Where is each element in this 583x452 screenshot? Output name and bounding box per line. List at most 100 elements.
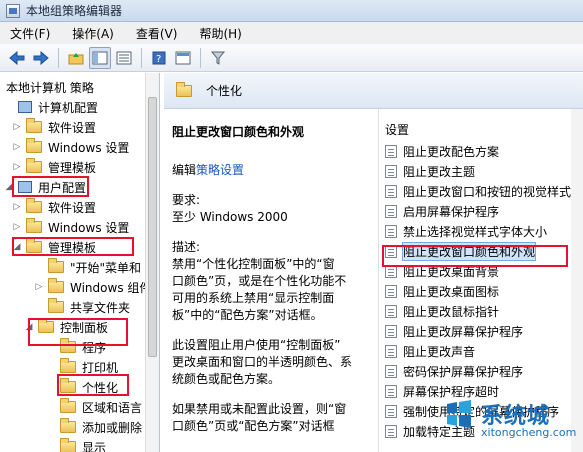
expand-arrow-icon[interactable]: ▷ [12, 142, 22, 152]
toolbar-separator [58, 47, 59, 68]
settings-column-header[interactable]: 设置 [385, 121, 409, 138]
tree-item-label: 管理模板 [48, 160, 97, 175]
expand-arrow-icon[interactable]: ▷ [12, 162, 22, 172]
show-hide-tree-icon[interactable] [89, 46, 111, 69]
tree-item[interactable]: ▷ 软件设置 [12, 197, 96, 217]
help-icon[interactable]: ? [148, 47, 170, 69]
setting-item[interactable]: 阻止更改屏幕保护程序 [385, 321, 523, 341]
tree-item[interactable]: 计算机配置 [4, 97, 98, 117]
tree-item[interactable]: 共享文件夹 [34, 297, 130, 317]
setting-item[interactable]: 阻止更改窗口颜色和外观 [385, 241, 537, 261]
forward-icon[interactable] [30, 47, 52, 69]
setting-item-label: 阻止更改桌面图标 [403, 284, 500, 299]
computer-icon [18, 181, 32, 193]
tree-item[interactable]: ◢ 控制面板 [24, 317, 108, 337]
properties-icon[interactable] [172, 47, 194, 69]
description-line: 口颜色”页，或是在个性化功能不 [172, 274, 347, 288]
setting-item[interactable]: 阻止更改声音 [385, 341, 475, 361]
folder-icon [176, 81, 192, 97]
description-line: 更改桌面和窗口的半透明颜色、系 [172, 355, 353, 369]
tree-item[interactable]: "开始"菜单和 [34, 257, 141, 277]
tree-item[interactable]: ◢ 用户配置 [4, 177, 86, 197]
tree-item-label: 打印机 [82, 360, 119, 375]
tree-item-label: 计算机配置 [38, 100, 99, 115]
menu-help[interactable]: 帮助(H) [199, 25, 241, 42]
menu-file[interactable]: 文件(F) [10, 25, 50, 42]
tree-scrollbar[interactable] [145, 73, 159, 452]
tree-item[interactable]: 添加或删除 [46, 417, 142, 437]
policy-setting-icon [385, 364, 397, 378]
expand-arrow-icon[interactable]: ▷ [12, 222, 22, 232]
setting-item[interactable]: 启用屏幕保护程序 [385, 201, 499, 221]
setting-item-label: 阻止更改声音 [403, 344, 476, 359]
setting-item[interactable]: 阻止更改窗口和按钮的视觉样式 [385, 181, 571, 201]
tree-item[interactable]: 区域和语言 [46, 397, 142, 417]
tree-item[interactable]: 个性化 [46, 377, 118, 397]
toolbar-separator [141, 47, 142, 68]
description-line: 统颜色或配色方案。 [172, 372, 281, 386]
folder-icon [60, 438, 76, 452]
setting-item-label: 启用屏幕保护程序 [403, 204, 500, 219]
tree-item-label: 软件设置 [48, 120, 97, 135]
tree-item-label: Windows 组件 [70, 280, 152, 295]
edit-policy-link[interactable]: 策略设置 [196, 163, 244, 177]
folder-icon [48, 258, 64, 273]
description-line: 禁用“个性化控制面板”中的“窗 [172, 257, 335, 271]
tree-item-label: "开始"菜单和 [70, 260, 142, 275]
requirements-label: 要求: [172, 193, 201, 207]
tree-scroll-thumb[interactable] [148, 97, 157, 357]
expand-arrow-icon[interactable]: ▷ [34, 282, 44, 292]
setting-item-label: 阻止更改屏幕保护程序 [403, 324, 524, 339]
policy-setting-icon [385, 204, 397, 218]
folder-icon [60, 338, 76, 353]
expand-arrow-icon[interactable]: ▷ [12, 122, 22, 132]
title-bar: 本地组策略编辑器 [0, 0, 583, 22]
tree-item[interactable]: ▷ Windows 组件 [34, 277, 151, 297]
watermark-logo-icon [447, 400, 471, 428]
edit-prefix: 编辑 [172, 163, 197, 177]
policy-setting-icon [385, 144, 397, 158]
setting-item[interactable]: 阻止更改桌面图标 [385, 281, 499, 301]
setting-item[interactable]: 阻止更改主题 [385, 161, 475, 181]
tree-item[interactable]: ▷ Windows 设置 [12, 217, 129, 237]
setting-item-label: 禁止选择视觉样式字体大小 [403, 224, 548, 239]
tree-item[interactable]: ▷ Windows 设置 [12, 137, 129, 157]
menu-view[interactable]: 查看(V) [136, 25, 178, 42]
up-folder-icon[interactable] [65, 47, 87, 69]
folder-icon [26, 158, 42, 173]
menu-action[interactable]: 操作(A) [72, 25, 114, 42]
tree-root[interactable]: 本地计算机 策略 [6, 77, 94, 97]
toolbar: ? [0, 44, 583, 72]
window-title: 本地组策略编辑器 [26, 4, 123, 18]
tree-item[interactable]: 程序 [46, 337, 106, 357]
setting-item-label: 阻止更改桌面背景 [403, 264, 500, 279]
setting-item[interactable]: 阻止更改桌面背景 [385, 261, 499, 281]
setting-item[interactable]: 禁止选择视觉样式字体大小 [385, 221, 547, 241]
tree-item[interactable]: 打印机 [46, 357, 118, 377]
expand-arrow-icon[interactable]: ◢ [24, 322, 34, 332]
policy-setting-icon [385, 344, 397, 358]
description-line: 口颜色”页或“配色方案”对话框 [172, 419, 335, 433]
setting-item[interactable]: 阻止更改鼠标指针 [385, 301, 499, 321]
setting-item[interactable]: 阻止更改配色方案 [385, 141, 499, 161]
tree-item[interactable]: ▷ 管理模板 [12, 157, 96, 177]
list-icon[interactable] [113, 47, 135, 69]
expand-arrow-icon[interactable]: ◢ [4, 182, 14, 192]
tree-item[interactable]: ◢ 管理模板 [12, 237, 96, 257]
menu-bar: 文件(F) 操作(A) 查看(V) 帮助(H) [0, 22, 583, 44]
tree-item[interactable]: 显示 [46, 437, 106, 452]
tree-root-label: 本地计算机 策略 [6, 80, 94, 95]
edit-policy-line: 编辑策略设置 [172, 162, 366, 179]
tree-item-label: Windows 设置 [48, 220, 130, 235]
tree-item[interactable]: ▷ 软件设置 [12, 117, 96, 137]
folder-icon [48, 298, 64, 313]
watermark: 系统城 xitongcheng.com [437, 396, 583, 452]
console-tree[interactable]: 本地计算机 策略 计算机配置 ▷ 软件设置 ▷ Windows 设置 ▷ 管理模板 ◢ 用户配置… [0, 73, 160, 452]
tree-item-label: 控制面板 [60, 320, 109, 335]
setting-item[interactable]: 密码保护屏幕保护程序 [385, 361, 523, 381]
back-icon[interactable] [6, 47, 28, 69]
tree-item-label: 管理模板 [48, 240, 97, 255]
expand-arrow-icon[interactable]: ▷ [12, 202, 22, 212]
filter-icon[interactable] [207, 47, 229, 69]
expand-arrow-icon[interactable]: ◢ [12, 242, 22, 252]
